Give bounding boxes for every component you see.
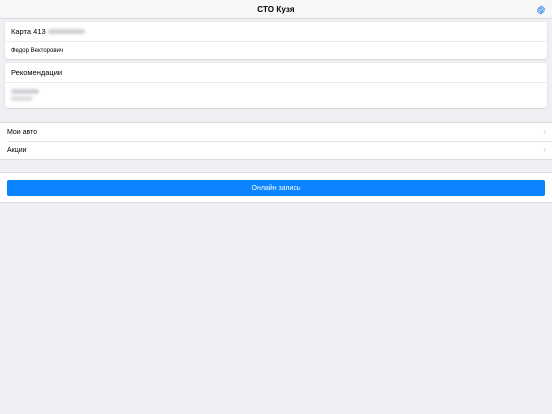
chevron-right-icon: › (543, 127, 546, 136)
gear-icon (536, 4, 545, 15)
redacted-recommendation-line (11, 96, 33, 101)
page-title: СТО Кузя (257, 4, 295, 14)
menu-item-my-cars[interactable]: Мои авто › (0, 123, 552, 141)
action-section: Онлайн запись (0, 172, 552, 203)
navigation-bar: СТО Кузя (0, 0, 552, 19)
card-header: Рекомендации (5, 63, 547, 83)
redacted-card-number (47, 29, 85, 34)
menu-item-label: Мои авто (7, 128, 38, 136)
menu-item-label: Акции (7, 146, 27, 154)
recommendations-card[interactable]: Рекомендации (5, 63, 547, 108)
card-header: Карта 413 (5, 22, 547, 42)
chevron-right-icon: › (543, 145, 546, 154)
card-owner-name: Федор Векторович (11, 47, 63, 54)
menu-list: Мои авто › Акции › (0, 122, 552, 160)
settings-button[interactable] (535, 4, 546, 15)
menu-item-promotions[interactable]: Акции › (0, 141, 552, 159)
card-number-label: Карта 413 (11, 27, 46, 36)
online-booking-button[interactable]: Онлайн запись (7, 180, 545, 196)
recommendations-title: Рекомендации (11, 68, 63, 77)
loyalty-card[interactable]: Карта 413 Федор Векторович (5, 22, 547, 59)
redacted-recommendation-line (11, 89, 39, 94)
